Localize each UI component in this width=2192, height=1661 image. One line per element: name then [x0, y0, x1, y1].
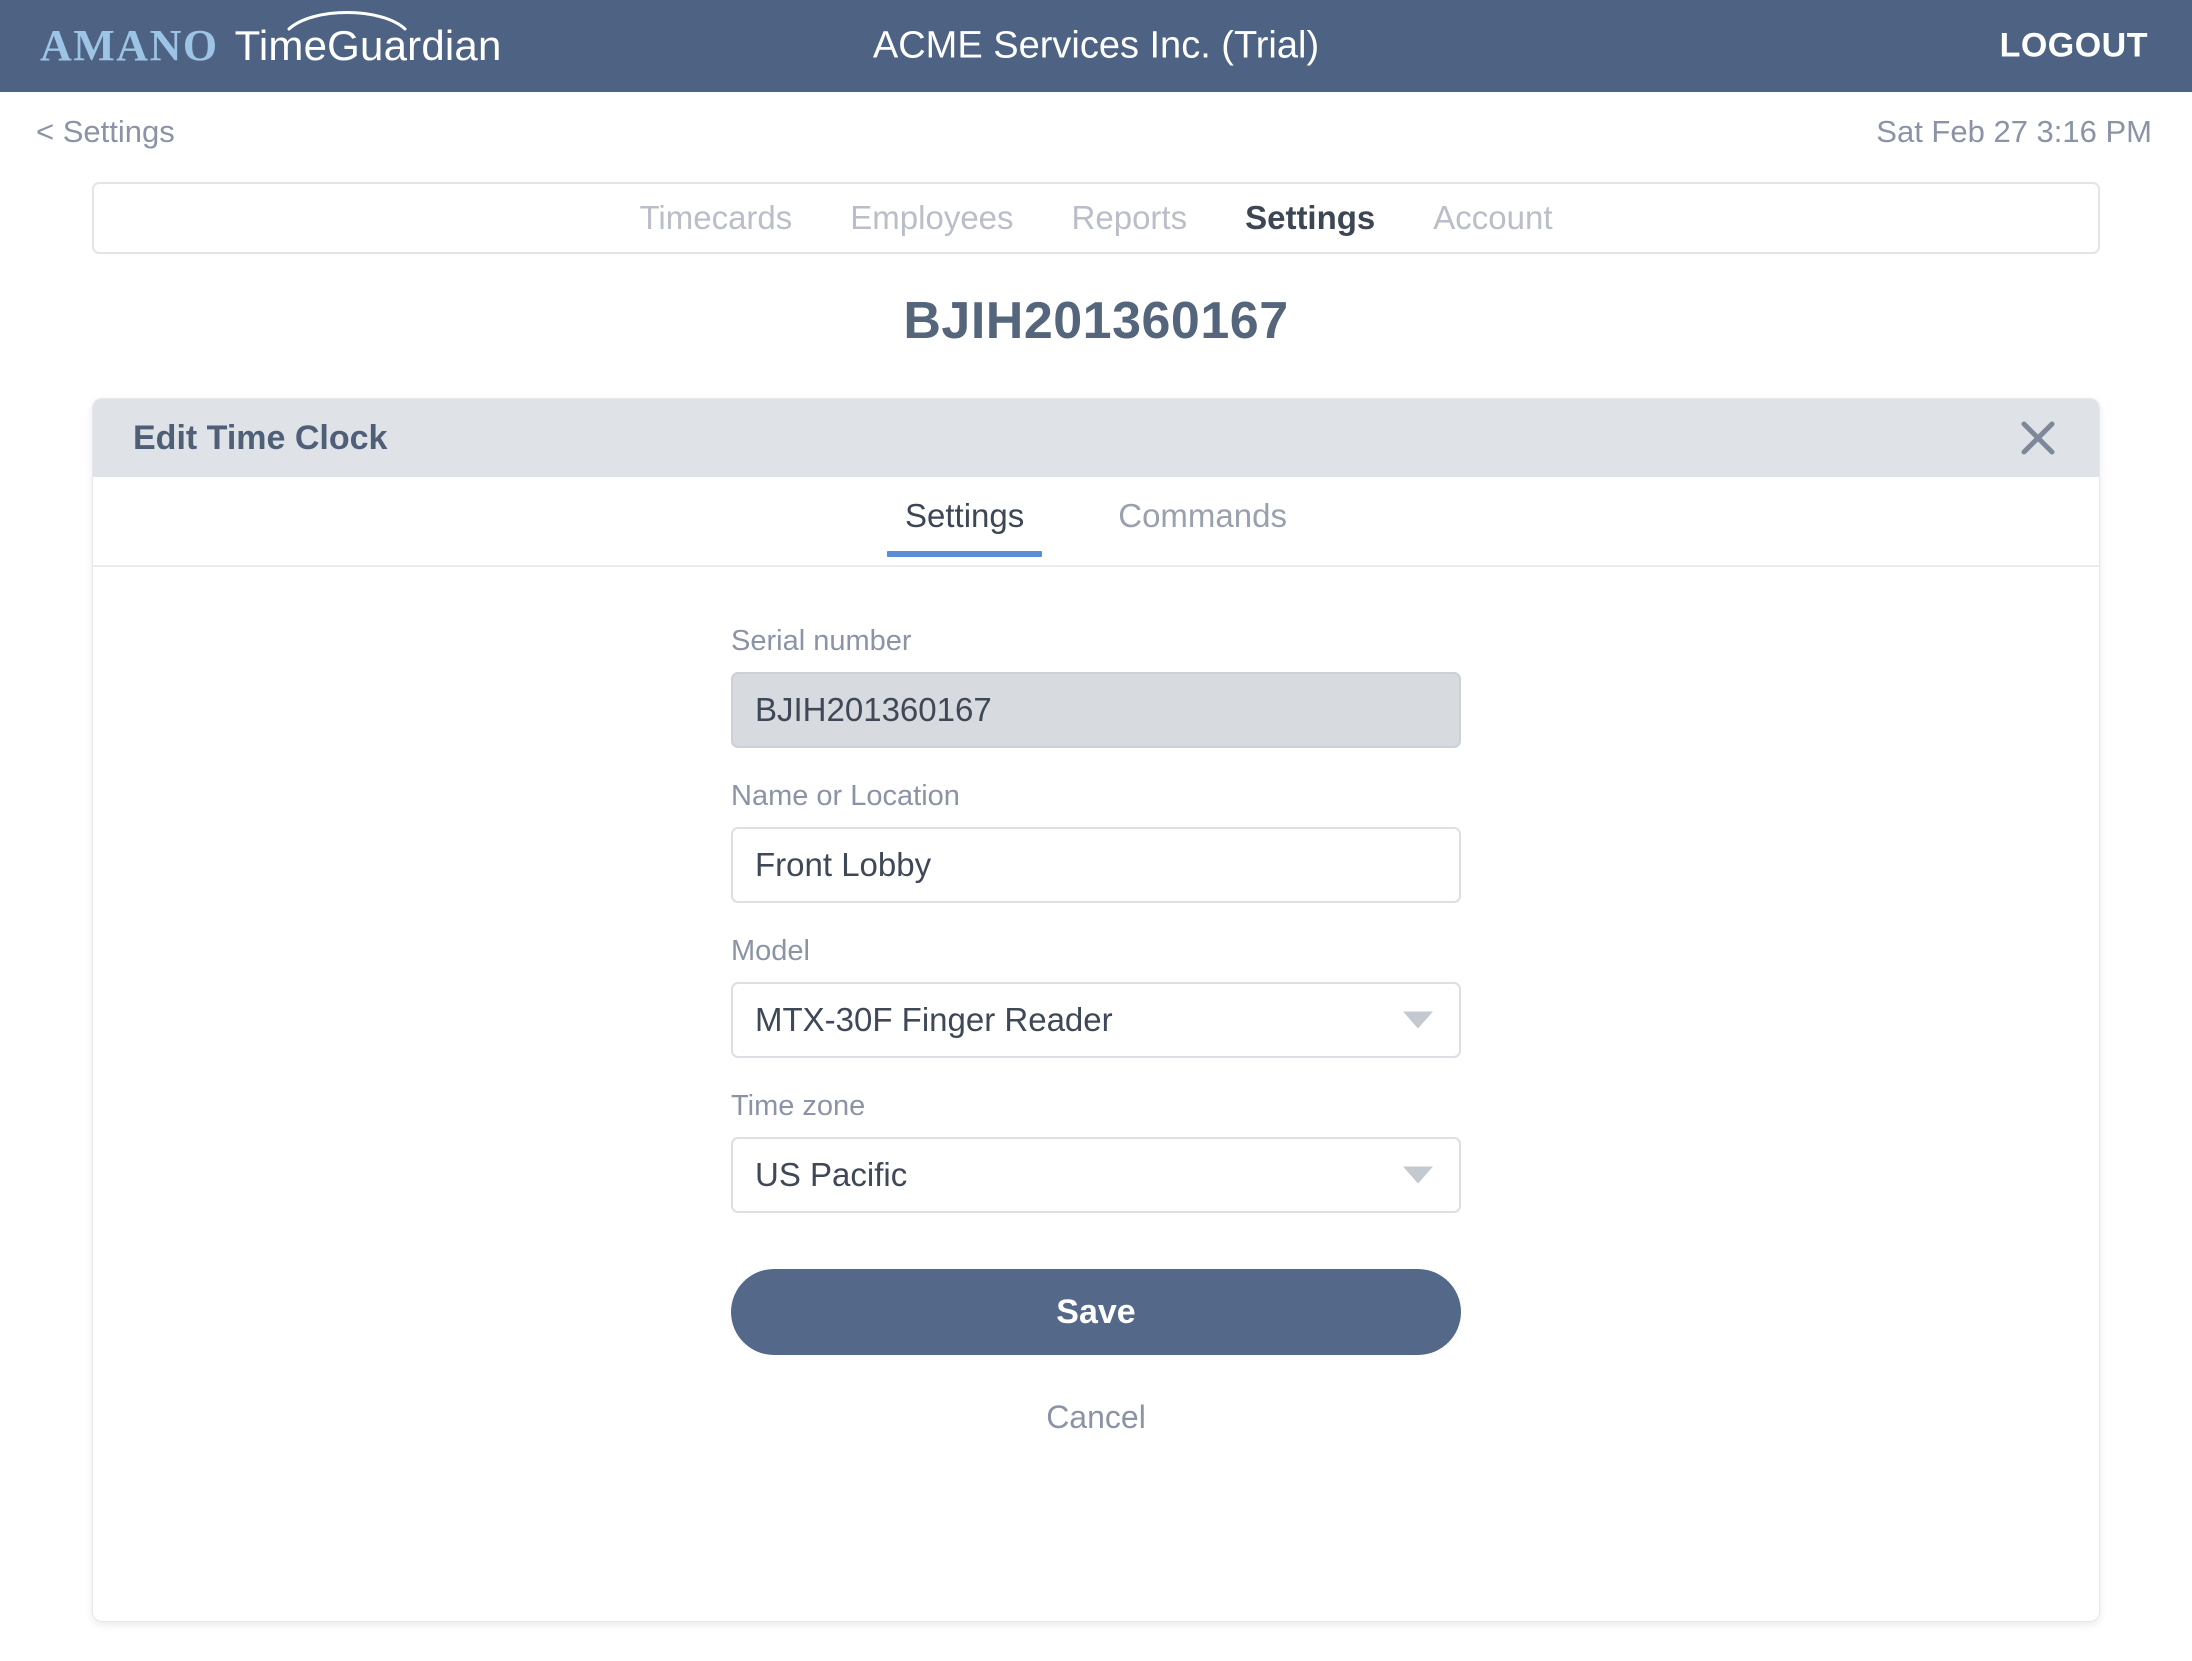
nav-item-reports[interactable]: Reports: [1072, 199, 1188, 237]
nav-item-timecards[interactable]: Timecards: [639, 199, 792, 237]
save-button[interactable]: Save: [731, 1269, 1461, 1355]
field-time-zone: Time zone US Pacific: [731, 1090, 1461, 1213]
model-select[interactable]: MTX-30F Finger Reader: [731, 982, 1461, 1058]
time-zone-select-value: US Pacific: [755, 1156, 908, 1193]
serial-number-label: Serial number: [731, 625, 912, 657]
page-title: BJIH201360167: [903, 292, 1289, 350]
company-title: ACME Services Inc. (Trial): [872, 24, 1320, 67]
tab-commands[interactable]: Commands: [1100, 497, 1305, 557]
time-zone-label: Time zone: [731, 1090, 866, 1122]
field-model: Model MTX-30F Finger Reader: [731, 935, 1461, 1058]
name-or-location-label: Name or Location: [731, 780, 960, 812]
current-datetime: Sat Feb 27 3:16 PM: [1876, 114, 2152, 149]
settings-form: Serial number BJIH201360167 Name or Loca…: [93, 567, 2099, 1436]
model-select-value: MTX-30F Finger Reader: [755, 1001, 1113, 1038]
chevron-down-icon: [1403, 1166, 1433, 1184]
logout-button[interactable]: LOGOUT: [2000, 27, 2148, 66]
chevron-down-icon: [1403, 1011, 1433, 1029]
cancel-button[interactable]: Cancel: [1046, 1399, 1146, 1436]
card-tabs: Settings Commands: [93, 477, 2099, 567]
close-icon[interactable]: [2015, 415, 2061, 461]
top-bar: AMANO TimeGuardian ACME Services Inc. (T…: [0, 0, 2192, 92]
nav-item-settings[interactable]: Settings: [1245, 199, 1375, 237]
back-to-settings-link[interactable]: < Settings: [36, 114, 175, 150]
sub-header: < Settings Sat Feb 27 3:16 PM: [0, 92, 2192, 170]
card-title: Edit Time Clock: [133, 418, 388, 457]
model-label: Model: [731, 935, 810, 967]
close-icon-glyph: [2021, 421, 2055, 455]
card-header: Edit Time Clock: [93, 399, 2099, 477]
main-nav: Timecards Employees Reports Settings Acc…: [92, 182, 2100, 254]
time-zone-select[interactable]: US Pacific: [731, 1137, 1461, 1213]
nav-item-account[interactable]: Account: [1433, 199, 1552, 237]
nav-item-employees[interactable]: Employees: [850, 199, 1013, 237]
edit-time-clock-card: Edit Time Clock Settings Commands Serial…: [92, 398, 2100, 1622]
tab-settings[interactable]: Settings: [887, 497, 1043, 557]
serial-number-input: BJIH201360167: [731, 672, 1461, 748]
name-or-location-input[interactable]: Front Lobby: [731, 827, 1461, 903]
field-name-or-location: Name or Location Front Lobby: [731, 780, 1461, 903]
app-page: AMANO TimeGuardian ACME Services Inc. (T…: [0, 0, 2192, 1661]
field-serial-number: Serial number BJIH201360167: [731, 625, 1461, 748]
